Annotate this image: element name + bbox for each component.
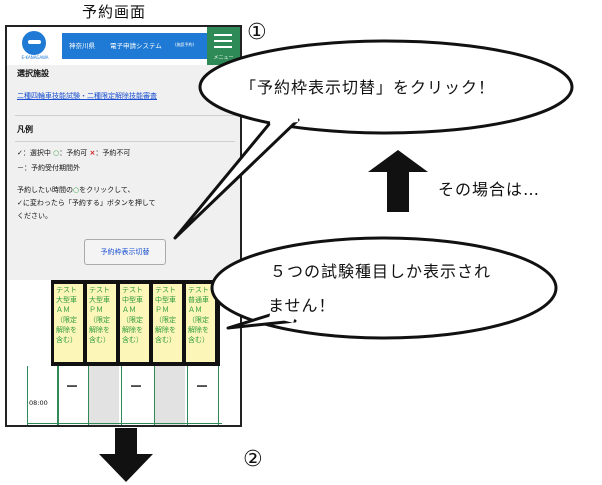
callout-text-line-2: ません！ bbox=[268, 296, 336, 315]
step-number-1: ① bbox=[247, 20, 267, 45]
side-note: その場合は… bbox=[438, 180, 541, 199]
step-number-2: ② bbox=[243, 447, 263, 472]
up-arrow-icon bbox=[368, 150, 428, 212]
callout-bubble-five-columns bbox=[210, 236, 558, 340]
callout-text-click: 「予約枠表示切替」をクリック！ bbox=[240, 78, 496, 97]
annotation-layer bbox=[99, 39, 574, 482]
down-arrow-icon bbox=[99, 428, 153, 482]
callout-bubble-click bbox=[173, 39, 574, 240]
callout-text-line-1: ５つの試験種目しか表示され bbox=[270, 262, 492, 281]
